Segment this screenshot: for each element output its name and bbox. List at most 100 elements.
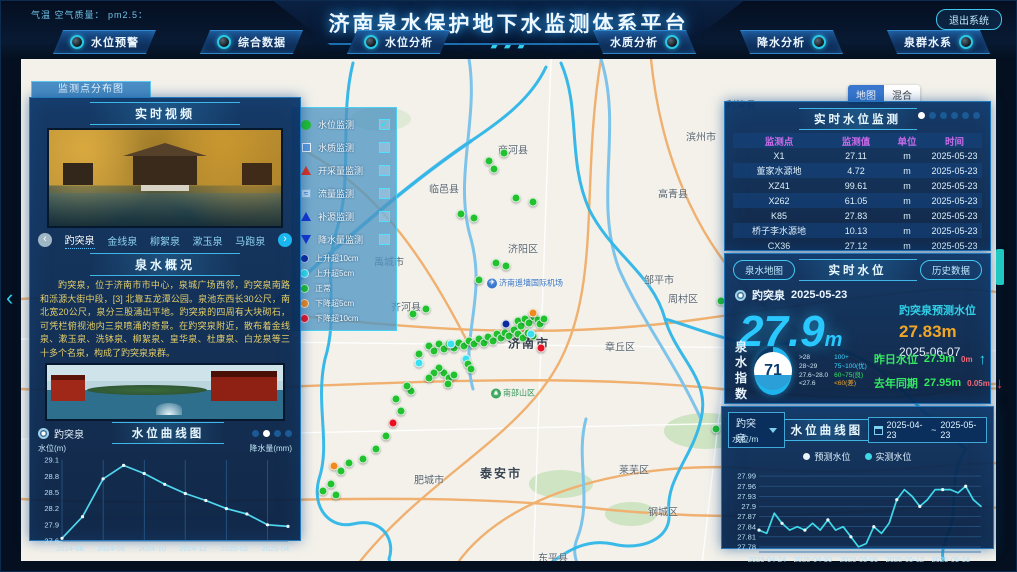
station-marker[interactable] xyxy=(475,276,484,285)
table-dot[interactable] xyxy=(962,112,969,119)
side-handle[interactable] xyxy=(996,249,1004,285)
prev-spring-button[interactable]: ‹ xyxy=(38,233,52,247)
flow-icon: ≈ xyxy=(300,189,312,198)
left-chart-station-radio[interactable]: 趵突泉 xyxy=(38,426,84,441)
left-chart-dot[interactable] xyxy=(252,430,259,437)
station-marker[interactable] xyxy=(392,395,401,404)
svg-text:27.93: 27.93 xyxy=(737,492,756,501)
station-marker[interactable] xyxy=(447,340,456,349)
legend-checkbox-水质监测[interactable] xyxy=(379,142,390,153)
nav-button-水位预警[interactable]: 水位预警 xyxy=(53,30,156,54)
left-chart-dot[interactable] xyxy=(285,430,292,437)
station-marker[interactable] xyxy=(332,491,341,500)
nav-button-泉群水系[interactable]: 泉群水系 xyxy=(887,30,990,54)
table-cell: XZ41 xyxy=(733,181,825,191)
left-chart-dot[interactable] xyxy=(274,430,281,437)
table-cell: 10.13 xyxy=(825,226,887,236)
table-row[interactable]: K8527.83m2025-05-23 xyxy=(733,208,982,223)
station-marker[interactable] xyxy=(457,210,466,219)
station-marker[interactable] xyxy=(450,371,459,380)
station-marker[interactable] xyxy=(492,259,501,268)
table-dot[interactable] xyxy=(918,112,925,119)
station-marker[interactable] xyxy=(425,374,434,383)
station-marker[interactable] xyxy=(409,310,418,319)
station-marker[interactable] xyxy=(389,419,398,428)
nav-left-group: 水位预警 综合数据 水位分析 xyxy=(53,30,450,54)
station-marker[interactable] xyxy=(527,330,536,339)
station-marker[interactable] xyxy=(490,165,499,174)
station-marker[interactable] xyxy=(372,445,381,454)
station-marker[interactable] xyxy=(529,309,538,318)
history-data-tab[interactable]: 历史数据 xyxy=(920,260,982,280)
station-marker[interactable] xyxy=(345,459,354,468)
right-chart-title: 水位曲线图 xyxy=(785,419,868,441)
table-cell: CX36 xyxy=(733,241,825,251)
next-spring-button[interactable]: › xyxy=(278,233,292,247)
station-marker[interactable] xyxy=(397,407,406,416)
table-row[interactable]: CX3627.12m2025-05-23 xyxy=(733,238,982,253)
station-marker[interactable] xyxy=(382,432,391,441)
station-marker[interactable] xyxy=(403,382,412,391)
station-marker[interactable] xyxy=(319,487,328,496)
table-dot[interactable] xyxy=(940,112,947,119)
legend-checkbox-开采量监测[interactable] xyxy=(379,165,390,176)
station-marker[interactable] xyxy=(467,365,476,374)
table-dot[interactable] xyxy=(973,112,980,119)
station-marker[interactable] xyxy=(337,467,346,476)
station-marker[interactable] xyxy=(540,315,549,324)
video-tab-漱玉泉[interactable]: 漱玉泉 xyxy=(193,233,223,248)
nav-button-降水分析[interactable]: 降水分析 xyxy=(740,30,843,54)
live-video-frame[interactable] xyxy=(47,128,283,228)
legend-item-水质监测: 水质监测 xyxy=(300,136,390,159)
table-dot[interactable] xyxy=(951,112,958,119)
station-marker[interactable] xyxy=(470,214,479,223)
nav-button-水位分析[interactable]: 水位分析 xyxy=(347,30,450,54)
video-tab-金线泉[interactable]: 金线泉 xyxy=(107,233,137,248)
realtime-level-title[interactable]: 实时水位 xyxy=(799,259,917,281)
station-marker[interactable] xyxy=(512,194,521,203)
legend-forecast[interactable]: 预测水位 xyxy=(803,450,850,463)
video-tab-柳絮泉[interactable]: 柳絮泉 xyxy=(150,233,180,248)
overview-section-title: 泉水概况 xyxy=(90,253,240,276)
station-marker[interactable] xyxy=(502,262,511,271)
legend-checkbox-水位监测[interactable]: ✓ xyxy=(379,119,390,130)
nav-button-label: 水位预警 xyxy=(91,34,139,50)
table-dot[interactable] xyxy=(929,112,936,119)
table-row[interactable]: XZ4199.61m2025-05-23 xyxy=(733,178,982,193)
svg-text:27.87: 27.87 xyxy=(737,512,756,521)
scroll-left-chevron-icon[interactable]: ‹ xyxy=(6,285,13,311)
video-tab-马跑泉[interactable]: 马跑泉 xyxy=(235,233,265,248)
table-row[interactable]: 桥子李水源地10.13m2025-05-23 xyxy=(733,223,982,238)
station-marker[interactable] xyxy=(327,480,336,489)
legend-checkbox-降水量监测[interactable] xyxy=(379,234,390,245)
nav-knob-icon xyxy=(812,35,826,49)
station-marker[interactable] xyxy=(415,350,424,359)
exit-system-button[interactable]: 退出系统 xyxy=(936,9,1002,30)
station-marker[interactable] xyxy=(529,198,538,207)
station-date-radio[interactable]: 趵突泉 2025-05-23 xyxy=(725,281,990,303)
spring-map-tab[interactable]: 泉水地图 xyxy=(733,260,795,280)
left-chart-dot[interactable] xyxy=(263,430,270,437)
station-marker[interactable] xyxy=(502,320,511,329)
station-marker[interactable] xyxy=(500,149,509,158)
table-row[interactable]: X127.11m2025-05-23 xyxy=(733,148,982,163)
legend-item-label: 补源监测 xyxy=(318,210,373,223)
date-range-picker[interactable]: 2025-04-23 ~ 2025-05-23 xyxy=(868,417,987,443)
station-marker[interactable] xyxy=(712,425,721,434)
video-tab-趵突泉[interactable]: 趵突泉 xyxy=(65,232,95,249)
map-label-莱芜区: 莱芜区 xyxy=(619,462,649,477)
legend-checkbox-补源监测[interactable] xyxy=(379,211,390,222)
legend-measured[interactable]: 实测水位 xyxy=(865,450,912,463)
station-marker[interactable] xyxy=(422,305,431,314)
nav-button-综合数据[interactable]: 综合数据 xyxy=(200,30,303,54)
table-row[interactable]: X26261.05m2025-05-23 xyxy=(733,193,982,208)
station-marker[interactable] xyxy=(444,380,453,389)
table-row[interactable]: 董家水源地4.72m2025-05-23 xyxy=(733,163,982,178)
scale-range: 27.6~28.0 xyxy=(799,372,828,380)
station-marker[interactable] xyxy=(415,359,424,368)
station-marker[interactable] xyxy=(359,455,368,464)
table-cell: m xyxy=(887,226,927,236)
legend-checkbox-流量监测[interactable] xyxy=(379,188,390,199)
nav-button-水质分析[interactable]: 水质分析 xyxy=(593,30,696,54)
station-marker[interactable] xyxy=(537,344,546,353)
